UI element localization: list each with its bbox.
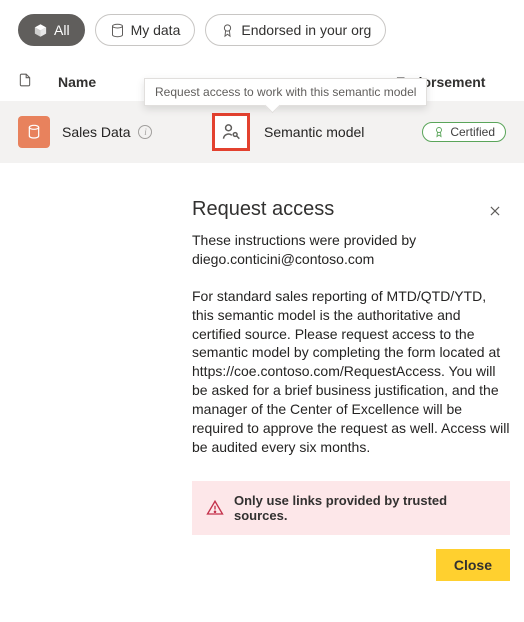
filter-all[interactable]: All	[18, 14, 85, 46]
person-key-icon	[221, 122, 241, 142]
row-type-cell: Semantic model	[264, 124, 422, 140]
filter-endorsed[interactable]: Endorsed in your org	[205, 14, 386, 46]
request-access-tooltip: Request access to work with this semanti…	[144, 78, 427, 106]
close-button[interactable]: Close	[436, 549, 510, 581]
ribbon-icon	[220, 23, 235, 38]
warning-icon	[206, 499, 224, 517]
request-access-button[interactable]	[212, 113, 250, 151]
popover-title: Request access	[192, 198, 510, 221]
ribbon-icon	[433, 126, 445, 138]
filter-my-data-label: My data	[131, 22, 181, 38]
badge-label: Certified	[450, 125, 495, 139]
semantic-model-icon	[18, 116, 50, 148]
file-icon	[18, 72, 32, 88]
filter-bar: All My data Endorsed in your org	[0, 0, 524, 54]
trusted-sources-alert: Only use links provided by trusted sourc…	[192, 481, 510, 535]
info-icon[interactable]: i	[138, 125, 152, 139]
request-access-popover: Request access These instructions were p…	[192, 198, 510, 581]
filter-my-data[interactable]: My data	[95, 14, 196, 46]
popover-body: For standard sales reporting of MTD/QTD/…	[192, 287, 510, 457]
row-name-cell: Sales Data i	[62, 124, 212, 140]
certified-badge: Certified	[422, 122, 506, 142]
alert-text: Only use links provided by trusted sourc…	[234, 493, 496, 523]
cube-icon	[33, 23, 48, 38]
close-icon[interactable]	[484, 200, 506, 227]
database-icon	[110, 23, 125, 38]
popover-actions: Close	[192, 549, 510, 581]
popover-intro: These instructions were provided by dieg…	[192, 231, 510, 269]
filter-all-label: All	[54, 22, 70, 38]
row-name-text: Sales Data	[62, 124, 130, 140]
column-icon-header	[18, 72, 58, 91]
table-row[interactable]: Sales Data i Semantic model Certified	[0, 101, 524, 163]
filter-endorsed-label: Endorsed in your org	[241, 22, 371, 38]
